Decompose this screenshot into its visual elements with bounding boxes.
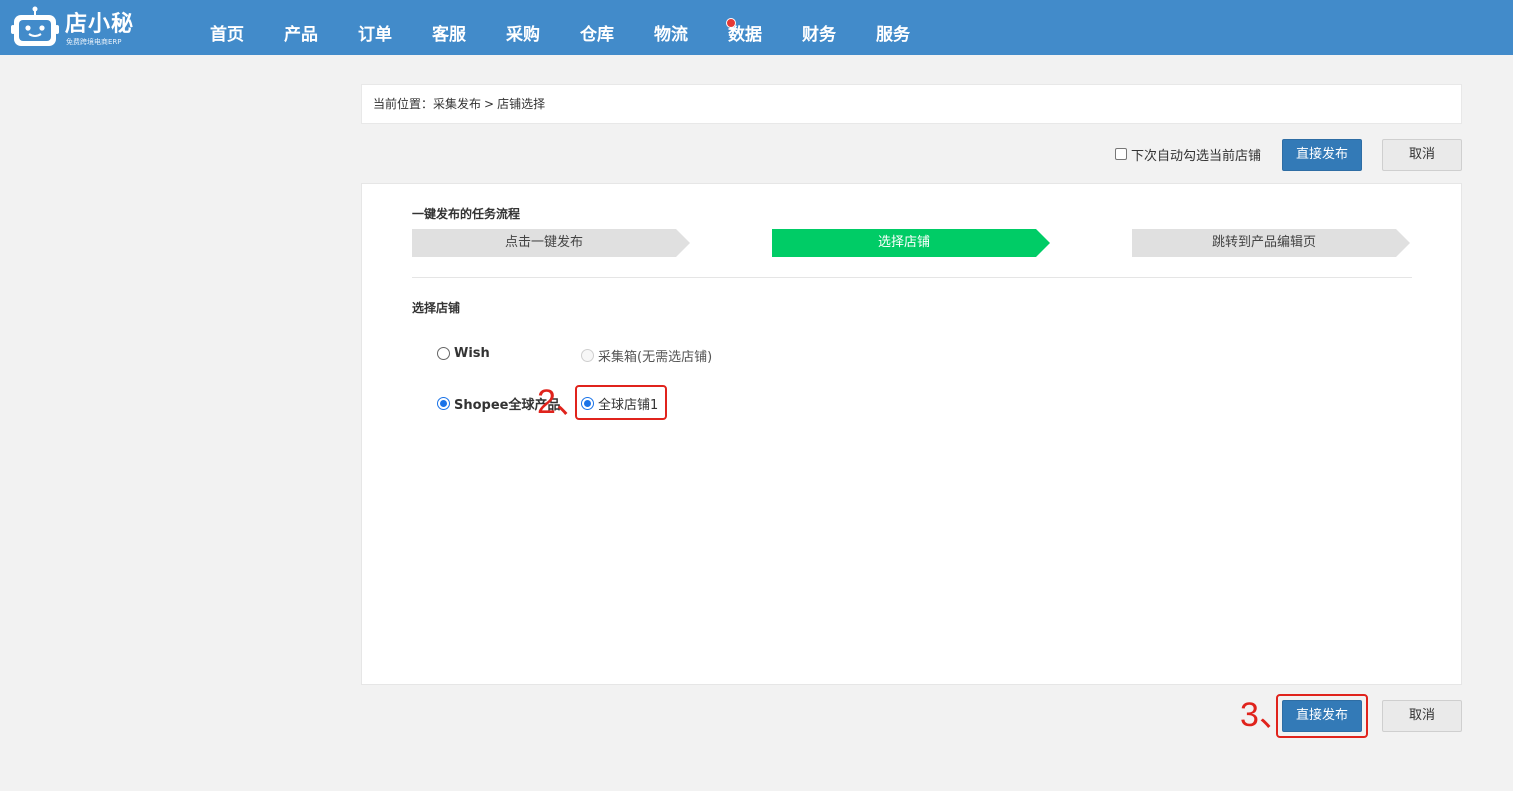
cancel-button-top[interactable]: 取消 <box>1382 139 1462 171</box>
notification-dot <box>726 18 736 28</box>
breadcrumb: 当前位置：采集发布 > 店铺选择 <box>361 84 1462 124</box>
step-goto-product-edit: 跳转到产品编辑页 <box>1132 229 1396 257</box>
nav-item-purchasing[interactable]: 采购 <box>486 0 560 55</box>
annotation-box-publish <box>1276 694 1368 738</box>
annotation-box-global-shop <box>575 385 667 420</box>
auto-select-shop-checkbox[interactable]: 下次自动勾选当前店铺 <box>1115 146 1262 164</box>
step-arrow-3 <box>1396 229 1410 257</box>
nav-item-products[interactable]: 产品 <box>264 0 338 55</box>
nav-item-customer-service[interactable]: 客服 <box>412 0 486 55</box>
breadcrumb-link-collect-publish[interactable]: 采集发布 <box>433 97 481 111</box>
section-divider <box>412 277 1412 278</box>
platform-label-wish: Wish <box>454 346 490 361</box>
workflow-steps: 点击一键发布 选择店铺 跳转到产品编辑页 <box>412 229 1412 257</box>
step-arrow-2 <box>1036 229 1050 257</box>
nav-item-logistics[interactable]: 物流 <box>634 0 708 55</box>
auto-select-shop-label: 下次自动勾选当前店铺 <box>1131 148 1262 164</box>
step-arrow-1 <box>676 229 690 257</box>
breadcrumb-prefix: 当前位置： <box>373 97 434 111</box>
breadcrumb-separator: > <box>484 97 495 111</box>
step-select-shop: 选择店铺 <box>772 229 1036 257</box>
radio-button[interactable] <box>437 347 450 360</box>
shop-label-collect-box: 采集箱(无需选店铺) <box>598 350 713 365</box>
nav-item-services[interactable]: 服务 <box>856 0 930 55</box>
brand-name: 店小秘 <box>65 12 135 37</box>
cancel-button-bottom[interactable]: 取消 <box>1382 700 1462 732</box>
radio-button-checked[interactable] <box>437 397 450 410</box>
robot-logo-icon <box>11 6 59 46</box>
nav-item-finance[interactable]: 财务 <box>782 0 856 55</box>
shop-select-panel: 一键发布的任务流程 点击一键发布 选择店铺 跳转到产品编辑页 选择店铺 Wish… <box>361 183 1462 685</box>
shop-select-title: 选择店铺 <box>412 301 461 315</box>
publish-button-top[interactable]: 直接发布 <box>1282 139 1362 171</box>
nav-item-warehouse[interactable]: 仓库 <box>560 0 634 55</box>
nav-item-home[interactable]: 首页 <box>190 0 264 55</box>
workflow-title: 一键发布的任务流程 <box>412 207 521 221</box>
brand-tagline: 免费跨境电商ERP <box>66 38 122 46</box>
nav-item-orders[interactable]: 订单 <box>338 0 412 55</box>
nav-item-data[interactable]: 数据 <box>708 0 782 55</box>
step-click-publish: 点击一键发布 <box>412 229 676 257</box>
radio-button-disabled <box>581 349 594 362</box>
brand-logo[interactable]: 店小秘 免费跨境电商ERP <box>11 4 136 48</box>
platform-radio-wish[interactable]: Wish <box>437 346 490 361</box>
breadcrumb-current: 店铺选择 <box>497 97 546 111</box>
shop-radio-collect-box: 采集箱(无需选店铺) <box>581 346 712 365</box>
checkbox-box[interactable] <box>1115 148 1127 160</box>
main-nav: 首页 产品 订单 客服 采购 仓库 物流 数据 财务 服务 <box>190 0 930 55</box>
top-nav-bar: 店小秘 免费跨境电商ERP 首页 产品 订单 客服 采购 仓库 物流 数据 财务… <box>0 0 1513 55</box>
